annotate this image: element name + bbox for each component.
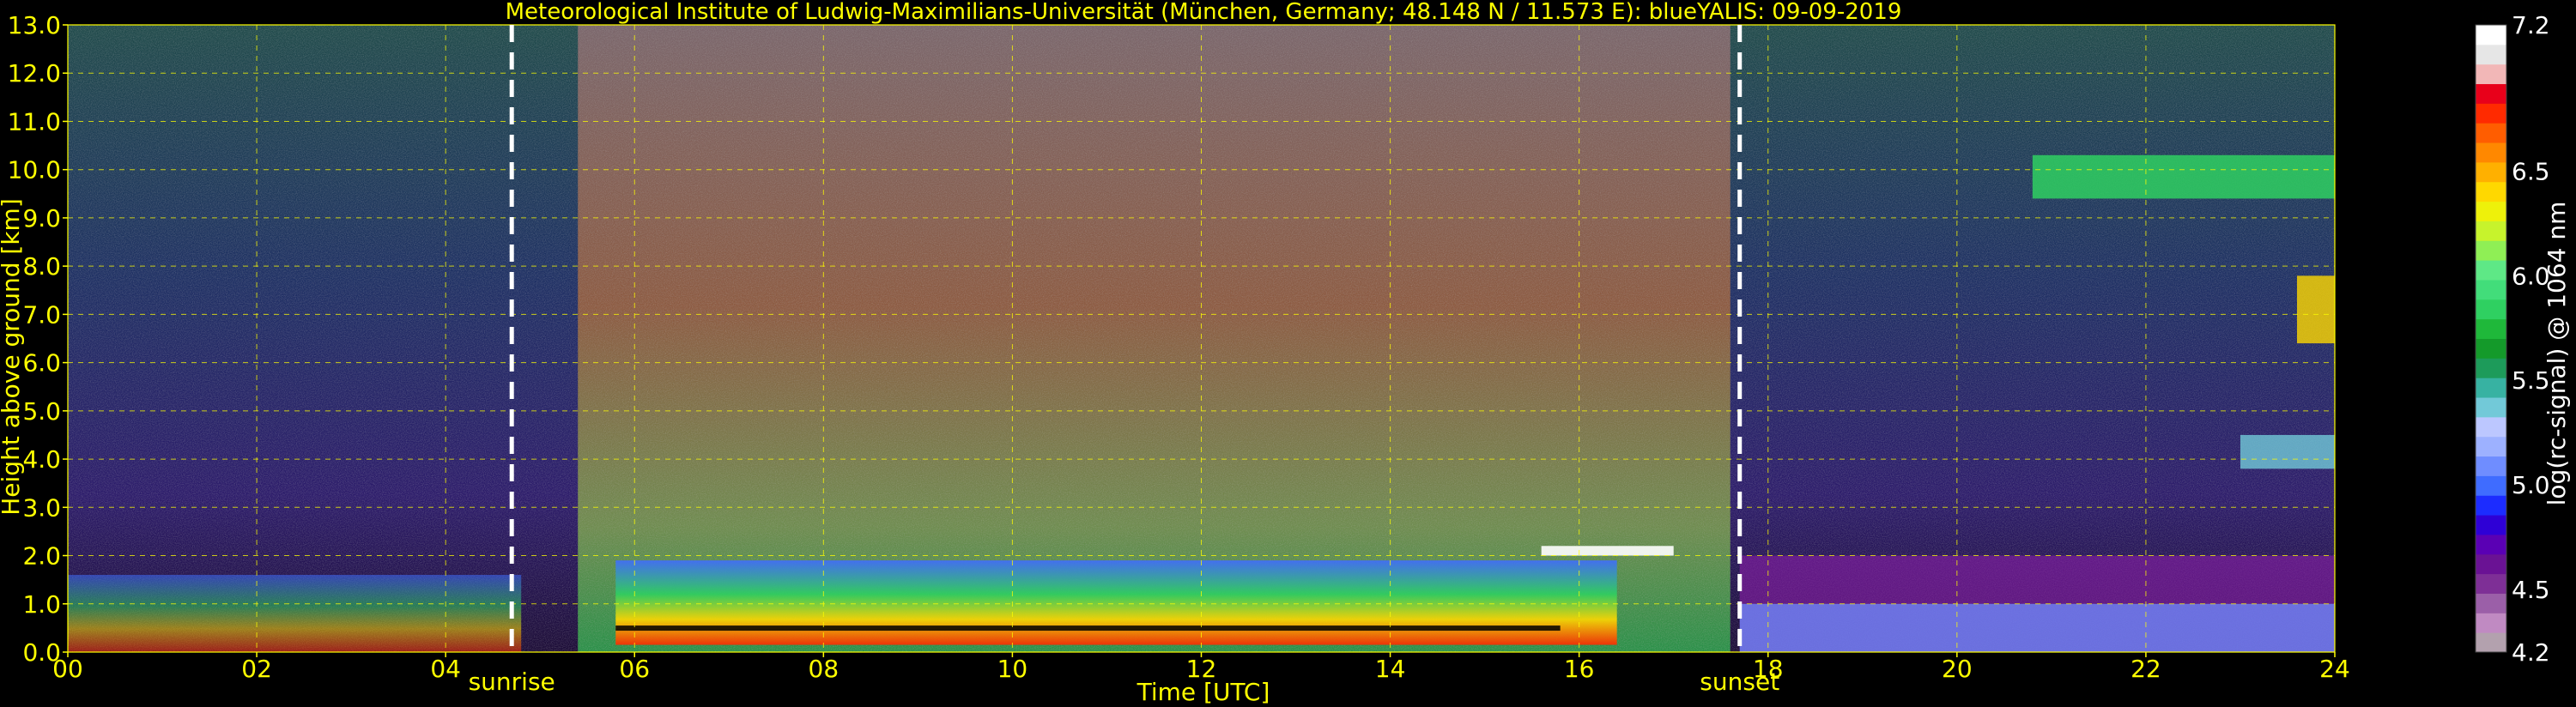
colorbar-segment xyxy=(2476,475,2506,496)
colorbar-segment xyxy=(2476,378,2506,398)
colorbar-segment xyxy=(2476,181,2506,202)
x-tick-label: 14 xyxy=(1375,655,1406,683)
cirrus-7km xyxy=(2296,275,2335,344)
y-tick-label: 10.0 xyxy=(8,156,61,184)
colorbar-segment xyxy=(2476,260,2506,281)
y-axis-label: Height above ground [km] xyxy=(0,198,25,516)
colorbar-segment xyxy=(2476,456,2506,476)
x-tick-label: 16 xyxy=(1564,655,1595,683)
x-tick-label: 04 xyxy=(430,655,461,683)
x-tick-label: 22 xyxy=(2131,655,2161,683)
colorbar-segment xyxy=(2476,201,2506,221)
colorbar-segment xyxy=(2476,553,2506,575)
x-tick-label: 18 xyxy=(1753,655,1784,683)
cirrus-10km xyxy=(2032,154,2335,199)
x-tick-label: 10 xyxy=(997,655,1028,683)
x-tick-label: 02 xyxy=(241,655,272,683)
colorbar-segment xyxy=(2476,338,2506,359)
colorbar-segment xyxy=(2476,397,2506,418)
colorbar-segment xyxy=(2476,103,2506,124)
colorbar-segment xyxy=(2476,593,2506,613)
cloud-layer-2km xyxy=(1541,546,1674,556)
colorbar-segment xyxy=(2476,240,2506,261)
colorbar-segment xyxy=(2476,25,2506,45)
colorbar-segment xyxy=(2476,416,2506,438)
colorbar-segment xyxy=(2476,318,2506,339)
x-tick-label: 06 xyxy=(619,655,650,683)
colorbar-segment xyxy=(2476,63,2506,85)
y-tick-label: 13.0 xyxy=(8,11,61,39)
y-tick-label: 9.0 xyxy=(22,204,61,233)
cloud-4km xyxy=(2240,434,2335,469)
colorbar-segment xyxy=(2476,83,2506,104)
x-tick-label: 08 xyxy=(809,655,839,683)
colorbar-tick-label: 7.2 xyxy=(2512,11,2550,39)
chart-title: Meteorological Institute of Ludwig-Maxim… xyxy=(506,0,1902,25)
colorbar-segment xyxy=(2476,279,2506,300)
morning-residual-layer xyxy=(68,575,522,652)
colorbar-segment xyxy=(2476,515,2506,535)
y-tick-label: 3.0 xyxy=(22,493,61,522)
x-tick-label: 24 xyxy=(2319,655,2350,683)
colorbar-segment xyxy=(2476,221,2506,241)
colorbar-segment xyxy=(2476,573,2506,594)
layer-top-line xyxy=(615,625,1561,631)
y-tick-label: 0.0 xyxy=(22,638,61,667)
colorbar-segment xyxy=(2476,44,2506,65)
x-axis-label: Time [UTC] xyxy=(1136,678,1270,706)
y-tick-label: 12.0 xyxy=(8,59,61,88)
colorbar-tick-label: 4.5 xyxy=(2512,576,2550,604)
colorbar-segment xyxy=(2476,632,2506,653)
y-tick-label: 11.0 xyxy=(8,107,61,136)
y-tick-label: 6.0 xyxy=(22,349,61,378)
sunrise-label: sunrise xyxy=(469,668,555,696)
y-tick-label: 2.0 xyxy=(22,542,61,571)
y-tick-label: 7.0 xyxy=(22,300,61,329)
colorbar-tick-label: 6.5 xyxy=(2512,158,2550,186)
colorbar-segment xyxy=(2476,142,2506,163)
colorbar-segment xyxy=(2476,495,2506,516)
colorbar-segment xyxy=(2476,123,2506,143)
y-tick-label: 1.0 xyxy=(22,590,61,619)
colorbar-segment xyxy=(2476,358,2506,378)
colorbar-label: log(rc-signal) @ 1064 nm xyxy=(2543,202,2571,506)
colorbar-segment xyxy=(2476,613,2506,633)
y-tick-label: 5.0 xyxy=(22,397,61,426)
colorbar-tick-label: 4.2 xyxy=(2512,638,2550,667)
x-tick-label: 20 xyxy=(1942,655,1973,683)
boundary-layer-aerosol xyxy=(615,560,1617,645)
colorbar-segment xyxy=(2476,436,2506,457)
colorbar-segment xyxy=(2476,299,2506,320)
lidar-chart: sunrise sunset 00 02 04 06 08 10 12 14 16 18 20 22 24… xyxy=(0,0,2571,706)
colorbar: 4.24.55.05.56.06.57.2 xyxy=(2475,11,2550,667)
y-tick-label: 8.0 xyxy=(22,252,61,281)
colorbar-segment xyxy=(2476,161,2506,183)
colorbar-segment xyxy=(2476,534,2506,555)
y-tick-label: 4.0 xyxy=(22,445,61,474)
night-surface-layer xyxy=(1739,603,2335,652)
